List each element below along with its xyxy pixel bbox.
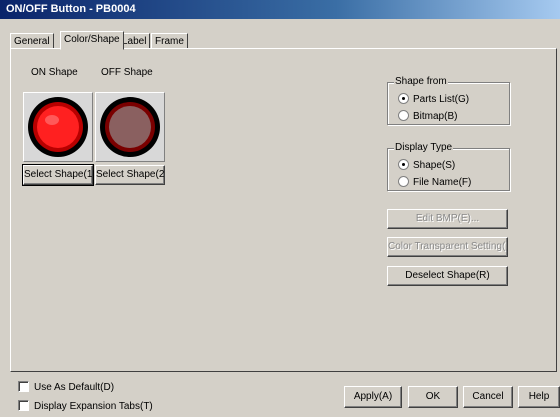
deselect-shape-button[interactable]: Deselect Shape(R) <box>387 266 508 286</box>
select-shape-2-button[interactable]: Select Shape(2) <box>95 165 165 185</box>
ok-button[interactable]: OK <box>408 386 458 408</box>
use-as-default-checkbox[interactable]: Use As Default(D) <box>18 381 114 393</box>
select-shape-1-button[interactable]: Select Shape(1) <box>22 164 94 186</box>
shape-from-group: Shape from Parts List(G) Bitmap(B) <box>387 76 510 125</box>
radio-shape[interactable]: Shape(S) <box>398 159 455 172</box>
on-shape-preview[interactable] <box>23 92 93 162</box>
color-transparent-label: Color Transparent Setting(M)... <box>388 241 507 252</box>
on-lamp-icon <box>28 97 88 157</box>
radio-parts-list[interactable]: Parts List(G) <box>398 93 469 106</box>
radio-label: Shape(S) <box>413 160 456 171</box>
radio-indicator-selected[interactable] <box>398 93 409 104</box>
radio-indicator-selected[interactable] <box>398 159 409 170</box>
edit-bmp-button[interactable]: Edit BMP(E)... <box>387 209 508 229</box>
display-type-label: Display Type <box>394 142 454 153</box>
window-title: ON/OFF Button - PB0004 <box>0 0 560 19</box>
tab-color-shape[interactable]: Color/Shape <box>60 31 124 50</box>
radio-indicator[interactable] <box>398 110 409 121</box>
edit-bmp-label: Edit BMP(E)... <box>415 213 480 224</box>
cancel-button[interactable]: Cancel <box>463 386 513 408</box>
tab-general[interactable]: General <box>10 33 54 49</box>
radio-indicator[interactable] <box>398 176 409 187</box>
checkbox-box[interactable] <box>18 381 29 392</box>
apply-button[interactable]: Apply(A) <box>344 386 402 408</box>
radio-bitmap[interactable]: Bitmap(B) <box>398 110 457 123</box>
radio-file-name[interactable]: File Name(F) <box>398 176 471 189</box>
radio-label: Bitmap(B) <box>413 111 458 122</box>
on-shape-label: ON Shape <box>31 67 78 78</box>
display-expansion-tabs-label: Display Expansion Tabs(T) <box>34 401 153 412</box>
use-as-default-label: Use As Default(D) <box>34 382 115 393</box>
shape-from-label: Shape from <box>394 76 448 87</box>
color-shape-panel: ON Shape OFF Shape Select Shape(1) Selec… <box>10 48 557 372</box>
tab-frame[interactable]: Frame <box>151 33 188 49</box>
display-type-group: Display Type Shape(S) File Name(F) <box>387 142 510 191</box>
off-lamp-icon <box>100 97 160 157</box>
radio-label: Parts List(G) <box>413 94 470 105</box>
color-transparent-button[interactable]: Color Transparent Setting(M)... <box>387 237 508 257</box>
radio-label: File Name(F) <box>413 177 472 188</box>
off-shape-label: OFF Shape <box>101 67 153 78</box>
checkbox-box[interactable] <box>18 400 29 411</box>
display-expansion-tabs-checkbox[interactable]: Display Expansion Tabs(T) <box>18 400 153 412</box>
off-shape-preview[interactable] <box>95 92 165 162</box>
help-button[interactable]: Help <box>518 386 560 408</box>
